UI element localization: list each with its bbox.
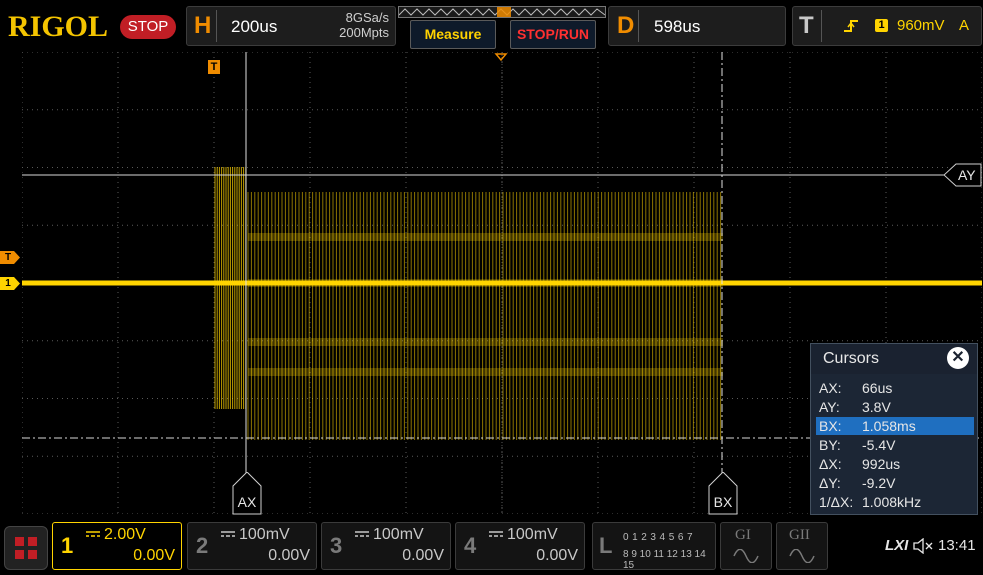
sine-wave-icon (789, 549, 815, 563)
horizontal-letter: H (194, 12, 212, 39)
channel-scale: 100mV (507, 526, 558, 543)
cursor-readout-value: 3.8V (862, 399, 891, 415)
ay-cursor-tag[interactable]: AY (943, 163, 982, 192)
logic-analyzer-panel[interactable]: L 0 1 2 3 4 5 6 7 8 9 10 11 12 13 14 15 (592, 522, 716, 571)
trigger-top-marker[interactable]: T (208, 60, 220, 74)
measure-button[interactable]: Measure (410, 20, 496, 49)
ay-label: AY (958, 167, 976, 183)
generator-1-button[interactable]: GI (720, 522, 772, 570)
channel-offset: 0.00V (402, 547, 444, 564)
main-menu-button[interactable] (4, 526, 48, 570)
bx-label: BX (713, 494, 733, 510)
divider (216, 10, 217, 42)
bx-cursor-tag[interactable]: BX (707, 471, 739, 521)
dc-coupling-icon (355, 531, 369, 537)
top-bar: RIGOL STOP H 200us 8GSa/s 200Mpts Measur… (0, 0, 983, 50)
ax-label: AX (237, 494, 257, 510)
cursor-readout-key: ΔX: (819, 456, 842, 472)
generator-2-label: GII (789, 527, 810, 543)
cursors-panel: Cursors ✕ AX: 66us AY: 3.8V BX: 1.058ms BY: -5.… (810, 343, 978, 515)
cursor-readout-row[interactable]: ΔY: -9.2V (816, 474, 974, 492)
channel-offset: 0.00V (133, 547, 175, 564)
sine-wave-icon (733, 549, 759, 563)
rigol-logo: RIGOL (8, 10, 109, 43)
cursor-readout-key: AX: (819, 380, 842, 396)
delay-value: 598us (654, 17, 701, 36)
cursor-readout-value: 1.008kHz (862, 494, 922, 510)
memory-position-bar (398, 6, 606, 18)
cursor-readout-row[interactable]: AX: 66us (816, 379, 974, 397)
cursor-readout-key: BY: (819, 437, 841, 453)
close-icon[interactable]: ✕ (947, 347, 969, 369)
run-state-badge[interactable]: STOP (120, 15, 176, 39)
ax-cursor-tag[interactable]: AX (231, 471, 263, 521)
generator-2-button[interactable]: GII (776, 522, 828, 570)
cursor-readout-row[interactable]: BY: -5.4V (816, 436, 974, 454)
cursor-readout-row[interactable]: ΔX: 992us (816, 455, 974, 473)
channel-scale: 2.00V (104, 526, 146, 543)
cursor-readout-key: BX: (819, 418, 842, 434)
channel-number: 3 (330, 533, 343, 558)
channel1-offset-marker[interactable]: 1 (0, 277, 20, 290)
stop-run-button[interactable]: STOP/RUN (510, 20, 596, 49)
cursor-readout-value: -9.2V (862, 475, 896, 491)
clock: 13:41 (938, 537, 976, 554)
cursor-readout-row[interactable]: BX: 1.058ms (816, 417, 974, 435)
cursor-readout-value: -5.4V (862, 437, 896, 453)
horizontal-panel[interactable]: H 200us 8GSa/s 200Mpts (186, 6, 396, 46)
trigger-position-marker (494, 53, 508, 62)
channel-number: 1 (61, 533, 74, 558)
cursor-readout-value: 992us (862, 456, 901, 472)
channel-offset: 0.00V (536, 547, 578, 564)
channel-4-panel[interactable]: 4 100mV 0.00V (455, 522, 585, 570)
trigger-source-badge: 1 (875, 19, 888, 32)
dc-coupling-icon (489, 531, 503, 537)
logic-channels-row2: 8 9 10 11 12 13 14 15 (623, 549, 706, 571)
trigger-letter: T (799, 12, 814, 39)
cursor-readout-value: 66us (862, 380, 893, 396)
cursor-readout-key: ΔY: (819, 475, 841, 491)
channel-number: 2 (196, 533, 209, 558)
cursor-readout-key: AY: (819, 399, 840, 415)
channel-scale: 100mV (239, 526, 290, 543)
channel-1-panel[interactable]: 1 2.00V 0.00V (52, 522, 182, 570)
cursor-readout-value: 1.058ms (862, 418, 916, 434)
cursor-readout-key: 1/ΔX: (819, 494, 854, 510)
logic-channels-row1: 0 1 2 3 4 5 6 7 (623, 532, 693, 543)
trigger-panel[interactable]: T 1 960mV A (792, 6, 982, 46)
trigger-mode: A (959, 17, 970, 34)
channel-3-panel[interactable]: 3 100mV 0.00V (321, 522, 451, 570)
memory-depth: 200Mpts (339, 25, 389, 40)
divider (638, 10, 639, 42)
delay-letter: D (617, 12, 635, 39)
divider (821, 10, 822, 42)
generator-1-label: GI (735, 527, 751, 543)
sample-rate: 8GSa/s (345, 10, 389, 25)
trigger-level: 960mV (897, 17, 945, 34)
delay-panel[interactable]: D 598us (608, 6, 786, 46)
lxi-logo: LXI (885, 537, 909, 554)
cursor-readout-row[interactable]: AY: 3.8V (816, 398, 974, 416)
channel-scale: 100mV (373, 526, 424, 543)
channel-number: 4 (464, 533, 477, 558)
trigger-level-marker[interactable]: T (0, 251, 20, 264)
logic-letter: L (599, 533, 613, 558)
trigger-edge-icon (843, 18, 859, 39)
cursors-panel-header: Cursors ✕ (811, 344, 977, 374)
grid-menu-icon (15, 537, 37, 559)
cursors-panel-title: Cursors (823, 350, 880, 367)
speaker-muted-icon[interactable] (913, 537, 933, 559)
timebase-value: 200us (231, 17, 278, 36)
cursor-readout-row[interactable]: 1/ΔX: 1.008kHz (816, 493, 974, 511)
dc-coupling-icon (86, 531, 100, 537)
dc-coupling-icon (221, 531, 235, 537)
channel-2-panel[interactable]: 2 100mV 0.00V (187, 522, 317, 570)
channel-offset: 0.00V (268, 547, 310, 564)
